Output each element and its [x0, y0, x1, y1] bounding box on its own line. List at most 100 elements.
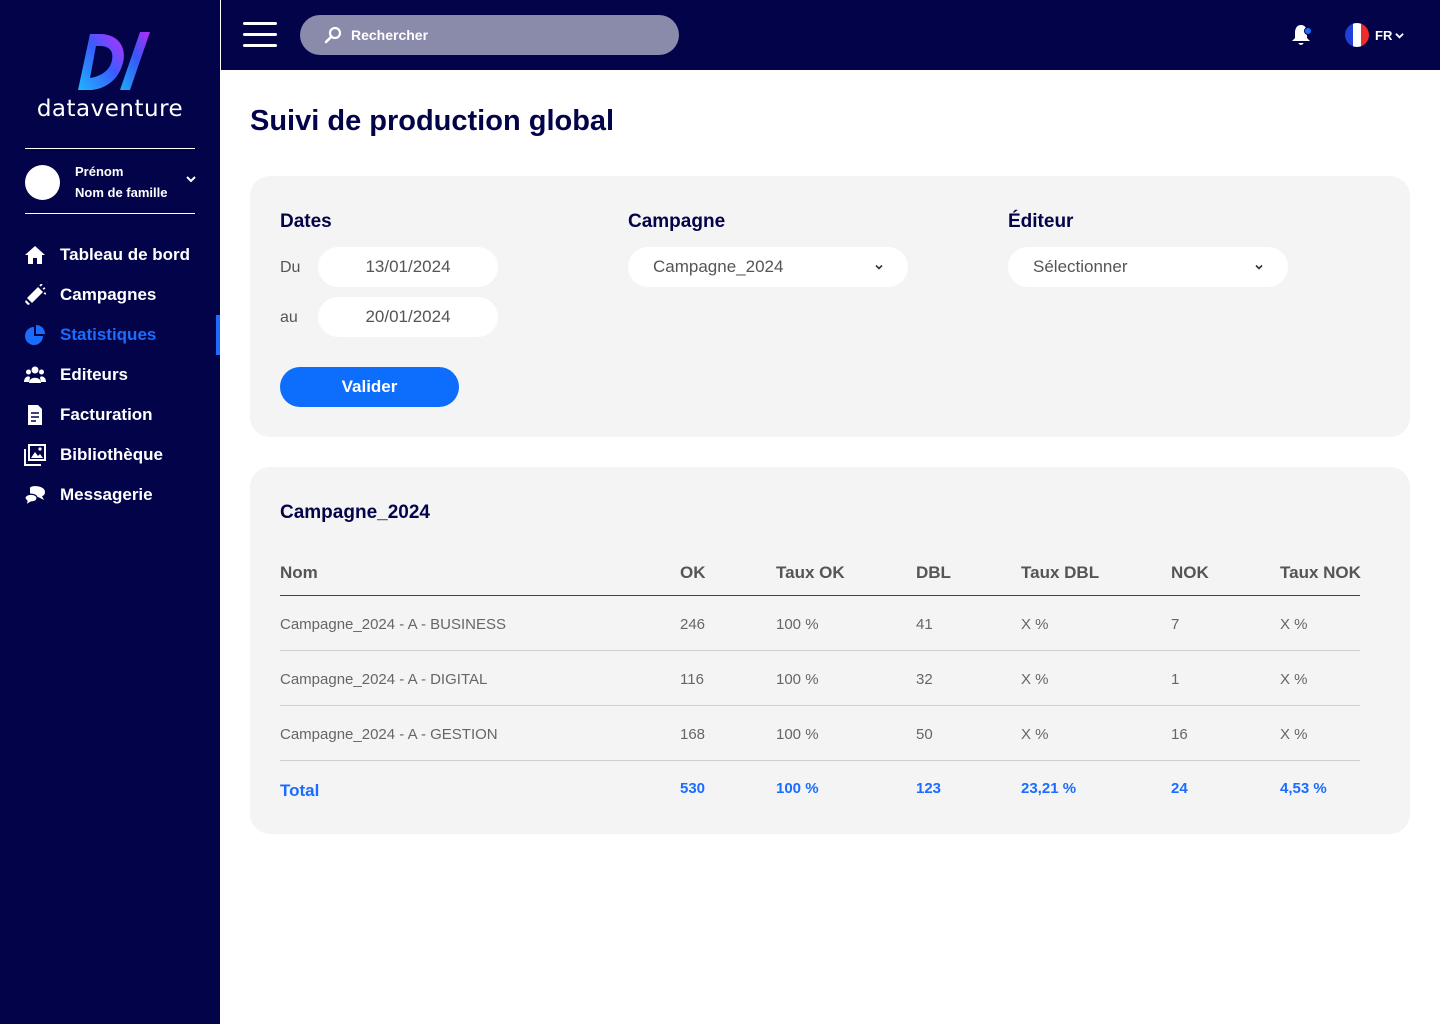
sidebar-item-tableau-de-bord[interactable]: Tableau de bord — [0, 235, 220, 275]
from-date-input[interactable] — [318, 247, 498, 287]
table-cell: 100 % — [776, 726, 819, 743]
french-flag-icon — [1345, 23, 1369, 47]
chat-icon — [24, 484, 46, 506]
language-label: FR — [1375, 27, 1393, 43]
table-row: Campagne_2024 - A - BUSINESS 246 100 % 4… — [280, 596, 1360, 651]
table-cell: X % — [1280, 726, 1308, 743]
pie-chart-icon — [24, 324, 46, 346]
campaign-heading: Campagne — [628, 211, 726, 232]
table-cell: 41 — [916, 616, 933, 633]
chevron-down-icon — [1395, 32, 1405, 39]
to-date-input[interactable] — [318, 297, 498, 337]
table-cell: Campagne_2024 - A - GESTION — [280, 726, 498, 743]
editor-heading: Éditeur — [1008, 211, 1074, 232]
sidebar-item-messagerie[interactable]: Messagerie — [0, 475, 220, 515]
hamburger-line — [243, 44, 277, 47]
table-cell: 7 — [1171, 616, 1180, 633]
table-row: Campagne_2024 - A - GESTION 168 100 % 50… — [280, 706, 1360, 761]
results-panel: Campagne_2024 Nom OK Taux OK DBL Taux DB… — [250, 467, 1410, 834]
sidebar-item-label: Editeurs — [60, 365, 129, 384]
total-cell: 100 % — [776, 780, 819, 797]
table-cell: X % — [1021, 616, 1049, 633]
results-title: Campagne_2024 — [280, 502, 430, 523]
language-selector[interactable]: FR — [1345, 22, 1405, 48]
table-cell: 168 — [680, 726, 706, 743]
sidebar: dataventure Prénom Nom de famille Tablea… — [0, 0, 220, 1024]
sidebar-nav: Tableau de bord Campagnes Statistiques E… — [0, 235, 220, 515]
column-header: Taux NOK — [1280, 563, 1361, 582]
brand-logo[interactable]: dataventure — [0, 28, 220, 123]
table-cell: Campagne_2024 - A - DIGITAL — [280, 671, 488, 688]
total-cell: 4,53 % — [1280, 780, 1327, 797]
user-menu[interactable]: Prénom Nom de famille — [25, 148, 196, 214]
to-label: au — [280, 309, 298, 326]
total-cell: 24 — [1171, 780, 1188, 797]
table-cell: 1 — [1171, 671, 1180, 688]
sidebar-item-label: Facturation — [60, 405, 153, 424]
hamburger-line — [243, 22, 277, 25]
users-icon — [24, 364, 46, 386]
column-header: OK — [680, 563, 706, 582]
sidebar-item-label: Tableau de bord — [60, 245, 191, 264]
chevron-down-icon — [1255, 264, 1263, 270]
sidebar-item-label: Statistiques — [60, 325, 157, 344]
menu-toggle-button[interactable] — [243, 22, 277, 48]
dataventure-logo-icon — [78, 32, 150, 90]
image-library-icon — [24, 444, 46, 466]
sidebar-item-statistiques[interactable]: Statistiques — [0, 315, 220, 355]
invoice-icon — [24, 404, 46, 426]
sidebar-item-editeurs[interactable]: Editeurs — [0, 355, 220, 395]
sidebar-item-campagnes[interactable]: Campagnes — [0, 275, 220, 315]
dates-heading: Dates — [280, 211, 332, 232]
hamburger-line — [243, 33, 277, 36]
table-cell: 16 — [1171, 726, 1188, 743]
search-icon — [324, 26, 342, 44]
total-label: Total — [280, 781, 320, 800]
column-header: Taux OK — [776, 563, 845, 582]
notifications-button[interactable] — [1289, 22, 1315, 48]
chevron-down-icon — [875, 264, 883, 270]
column-header: Nom — [280, 563, 318, 582]
validate-button[interactable]: Valider — [280, 367, 459, 407]
sidebar-item-label: Campagnes — [60, 285, 157, 304]
column-header: DBL — [916, 563, 951, 582]
column-header: NOK — [1171, 563, 1209, 582]
table-cell: X % — [1280, 671, 1308, 688]
search-bar[interactable] — [300, 15, 679, 55]
from-label: Du — [280, 259, 301, 276]
table-cell: 246 — [680, 616, 706, 633]
brand-name: dataventure — [36, 96, 184, 122]
table-cell: X % — [1021, 726, 1049, 743]
avatar — [25, 165, 60, 200]
campaign-select[interactable]: Campagne_2024 — [628, 247, 908, 287]
app: dataventure Prénom Nom de famille Tablea… — [0, 0, 1440, 1024]
table-cell: 50 — [916, 726, 933, 743]
table-cell: X % — [1280, 616, 1308, 633]
table-row: Campagne_2024 - A - DIGITAL 116 100 % 32… — [280, 651, 1360, 706]
total-row: Total 530 100 % 123 23,21 % 24 4,53 % — [280, 761, 1360, 816]
user-last-name: Nom de famille — [75, 185, 168, 200]
table-cell: 32 — [916, 671, 933, 688]
search-input[interactable] — [351, 27, 651, 43]
table-cell: 100 % — [776, 616, 819, 633]
table-cell: Campagne_2024 - A - BUSINESS — [280, 616, 506, 633]
home-icon — [24, 244, 46, 266]
user-first-name: Prénom — [75, 164, 124, 179]
table-cell: 116 — [680, 671, 704, 688]
megaphone-icon — [24, 284, 46, 306]
table-cell: 100 % — [776, 671, 819, 688]
sidebar-item-facturation[interactable]: Facturation — [0, 395, 220, 435]
total-cell: 530 — [680, 780, 706, 797]
editor-select-value: Sélectionner — [1033, 257, 1128, 276]
chevron-down-icon — [186, 176, 196, 183]
column-header: Taux DBL — [1021, 563, 1100, 582]
bell-icon — [1292, 25, 1312, 45]
sidebar-item-label: Messagerie — [60, 485, 153, 504]
editor-select[interactable]: Sélectionner — [1008, 247, 1288, 287]
total-cell: 123 — [916, 780, 942, 797]
total-cell: 23,21 % — [1021, 780, 1077, 797]
sidebar-item-bibliotheque[interactable]: Bibliothèque — [0, 435, 220, 475]
sidebar-item-label: Bibliothèque — [60, 445, 163, 464]
topbar: FR — [221, 0, 1440, 70]
filters-panel: Dates Du au Campagne Campagne_2024 Édite… — [250, 176, 1410, 437]
